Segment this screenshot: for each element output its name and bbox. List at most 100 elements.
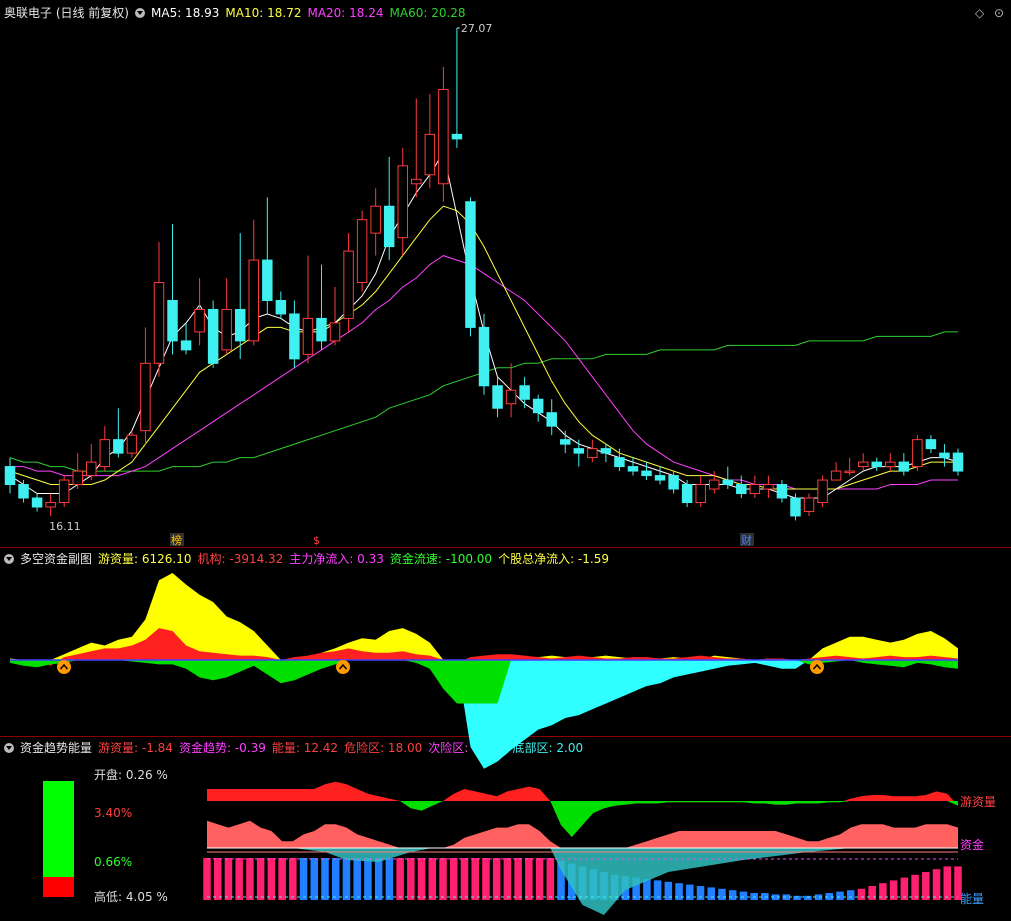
candle-body [99, 439, 111, 468]
candle-body [58, 479, 70, 503]
candle-body [356, 219, 368, 284]
energy-bar [321, 858, 329, 900]
energy-bar [299, 858, 308, 900]
candle-body [478, 326, 490, 387]
trend-area-2 [550, 848, 851, 915]
energy-bar [492, 858, 501, 900]
candle-body [424, 133, 436, 176]
candle-body [289, 313, 300, 360]
low-price-label: 16.11 [49, 520, 80, 533]
candle-body [302, 317, 314, 355]
candle-body [803, 497, 815, 512]
energy-bar [213, 858, 222, 900]
energy-bar [374, 858, 383, 900]
candle-body [939, 452, 950, 459]
energy-bar [728, 890, 737, 900]
candle-body [31, 497, 43, 508]
candle-body [316, 317, 327, 342]
energy-bar [868, 886, 876, 900]
energy-bar [525, 858, 533, 900]
candle-body [343, 250, 354, 319]
candle-body [749, 484, 761, 495]
energy-bar [278, 858, 286, 900]
candle-body [383, 205, 395, 248]
candle-body [126, 434, 138, 454]
event-marker: 榜 [171, 533, 182, 547]
energy-bar [471, 858, 479, 900]
energy-bar [932, 869, 941, 900]
energy-bar [385, 858, 394, 900]
candle-body [627, 466, 639, 472]
energy-bar [203, 858, 211, 900]
candle-body [194, 308, 205, 333]
candle-body [234, 308, 246, 342]
energy-bar [793, 895, 801, 900]
energy-bar [922, 872, 930, 900]
energy-bar [857, 888, 866, 900]
energy-bar [535, 858, 544, 900]
candle-body [898, 461, 910, 472]
candle-body [113, 439, 124, 454]
candle-body [262, 259, 273, 301]
energy-bar [289, 858, 297, 900]
energy-bar [428, 858, 437, 900]
energy-bar [804, 895, 812, 900]
candle-body [465, 201, 476, 328]
energy-bar [718, 888, 726, 900]
energy-bar [739, 891, 748, 900]
energy-bar [235, 858, 243, 900]
energy-bar [943, 866, 952, 900]
energy-bar [407, 858, 415, 900]
event-marker: 财 [741, 533, 752, 547]
candle-body [4, 466, 16, 486]
energy-bar [267, 858, 276, 900]
candle-body [451, 133, 463, 140]
candle-body [587, 448, 598, 459]
candle-body [505, 389, 517, 405]
candle-body [370, 205, 381, 234]
candle-body [668, 475, 679, 490]
candle-body [438, 89, 449, 185]
candle-body [207, 308, 219, 364]
energy-bar [353, 858, 361, 900]
candle-body [167, 299, 178, 342]
energy-bar [482, 858, 490, 900]
energy-bar [846, 890, 855, 900]
candle-body [925, 439, 937, 450]
energy-bar [224, 858, 233, 900]
candle-body [573, 448, 585, 454]
energy-bar [439, 858, 447, 900]
buy-signal-icon [336, 660, 350, 674]
energy-bar [911, 874, 919, 900]
candle-body [519, 385, 530, 400]
candle-body [708, 479, 720, 490]
candle-body [790, 497, 801, 517]
candle-body [275, 299, 287, 315]
buy-signal-icon [810, 660, 824, 674]
candle-body [600, 448, 612, 454]
energy-bar [417, 858, 426, 900]
candle-body [248, 259, 260, 342]
candle-body [560, 439, 571, 445]
candle-body [546, 412, 557, 427]
stock-chart[interactable]: 27.07 16.11 榜 $ 财 [0, 0, 1011, 921]
energy-bar [331, 858, 340, 900]
buy-signal-icon [57, 660, 71, 674]
candle-body [492, 385, 503, 409]
candle-body [763, 484, 774, 490]
high-price-label: 27.07 [461, 22, 493, 35]
candle-body [140, 362, 151, 432]
energy-bar [246, 858, 254, 900]
candle-body [221, 308, 232, 351]
candle-body [844, 470, 855, 474]
energy-bar [954, 866, 962, 900]
candle-body [912, 439, 923, 468]
energy-bar [310, 858, 319, 900]
candle-body [532, 398, 544, 414]
energy-bar [686, 884, 694, 900]
energy-bar [342, 858, 351, 900]
candle-body [817, 479, 828, 503]
candle-body [86, 461, 97, 477]
candle-body [397, 165, 408, 239]
energy-bar [696, 886, 705, 900]
